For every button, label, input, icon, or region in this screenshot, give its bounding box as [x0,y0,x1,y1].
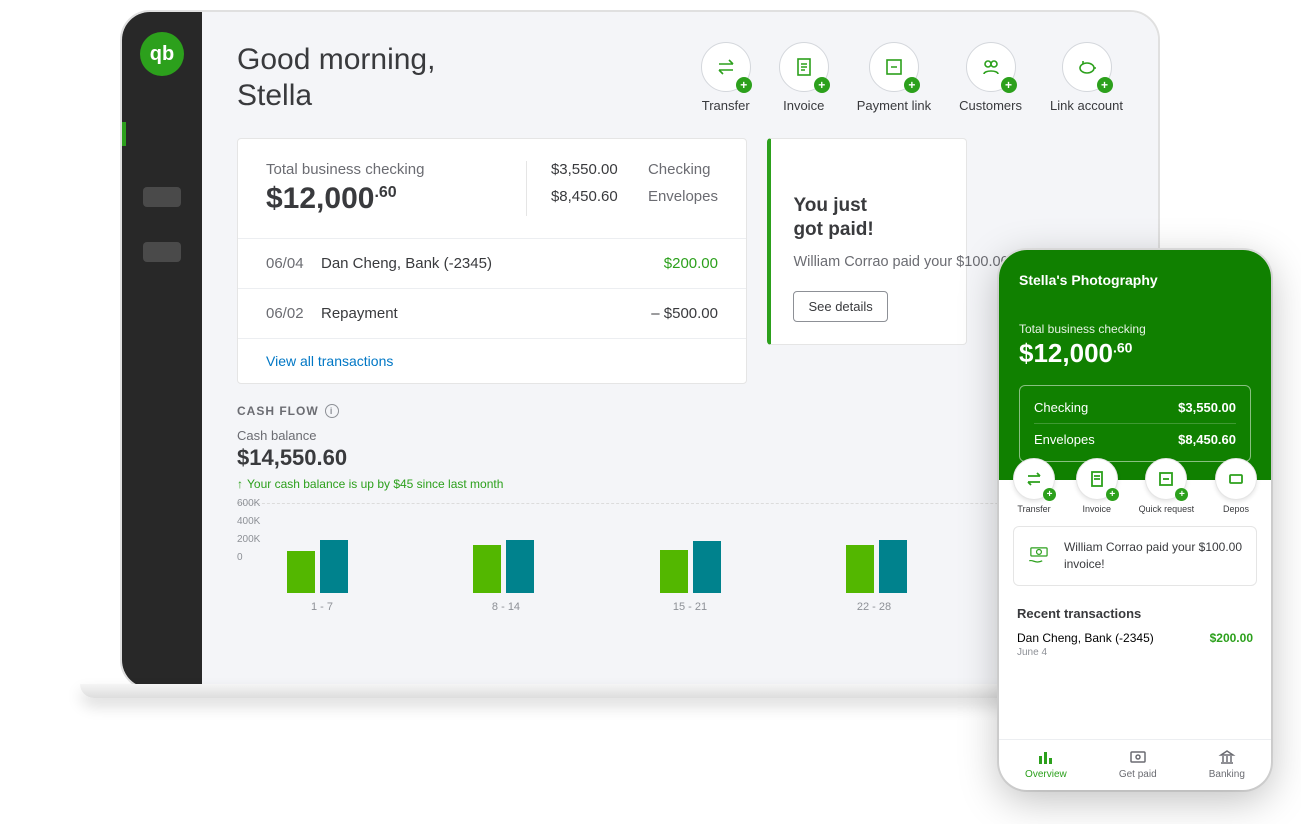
cashflow-section: CASH FLOW i Cash balance $14,550.60 ↑ Yo… [237,404,1123,623]
transfer-icon [715,56,737,78]
tab-banking[interactable]: Banking [1209,748,1245,780]
envelopes-line: $8,450.60Envelopes [551,188,718,205]
cashflow-delta: ↑ Your cash balance is up by $45 since l… [237,477,1123,491]
view-all-transactions-link[interactable]: View all transactions [238,339,746,383]
payment-link-action[interactable]: + Payment link [857,42,931,113]
cashflow-balance: $14,550.60 [237,445,1123,471]
phone-balance-amount: $12,000.60 [1019,338,1251,369]
customers-icon [980,56,1002,78]
cashflow-heading: CASH FLOW [237,404,319,418]
phone-deposit-action[interactable]: Depos [1215,458,1257,514]
bar [287,551,315,593]
phone-balance-label: Total business checking [1019,322,1251,336]
phone-quickrequest-action[interactable]: + Quick request [1139,458,1195,514]
phone-quick-actions: + Transfer + Invoice + Quick request Dep… [999,458,1271,514]
phone-breakdown-box: Checking$3,550.00 Envelopes$8,450.60 [1019,385,1251,462]
phone-app-title: Stella's Photography [1019,272,1251,288]
balance-amount: $12,000.60 [266,182,526,216]
transaction-row[interactable]: 06/04 Dan Cheng, Bank (-2345) $200.00 [238,239,746,289]
link-account-action[interactable]: + Link account [1050,42,1123,113]
tab-overview[interactable]: Overview [1025,748,1067,780]
notification-card: You just got paid! William Corrao paid y… [767,138,967,345]
sidebar: qb [122,12,202,688]
transaction-row[interactable]: 06/02 Repayment – $500.00 [238,289,746,339]
bar [320,540,348,593]
quick-actions-row: + Transfer + Invoice + Payment link + Cu… [701,42,1123,113]
qb-logo-icon[interactable]: qb [140,32,184,76]
piggy-bank-icon [1076,56,1098,78]
bar [506,540,534,593]
notification-body: William Corrao paid your $100.00 invoice… [793,252,944,274]
phone-recent-section: Recent transactions Dan Cheng, Bank (-23… [999,598,1271,666]
bar [693,541,721,593]
tab-get-paid[interactable]: Get paid [1119,748,1157,780]
invoice-action[interactable]: + Invoice [779,42,829,113]
info-icon[interactable]: i [325,404,339,418]
customers-action[interactable]: + Customers [959,42,1022,113]
checking-line: $3,550.00Checking [551,161,718,178]
phone-tab-bar: Overview Get paid Banking [999,739,1271,790]
greeting: Good morning, Stella [237,42,435,114]
transfer-icon [1025,470,1043,488]
invoice-icon [1088,470,1106,488]
bar [879,540,907,593]
cashflow-sublabel: Cash balance [237,428,1123,443]
bar [660,550,688,593]
sidebar-item[interactable] [143,242,181,262]
phone-header: Stella's Photography Total business chec… [999,250,1271,480]
request-icon [1157,470,1175,488]
balance-card: Total business checking $12,000.60 $3,55… [237,138,747,384]
see-details-button[interactable]: See details [793,291,887,322]
phone-invoice-action[interactable]: + Invoice [1076,458,1118,514]
bar [846,545,874,593]
overview-icon [1037,748,1055,766]
banking-icon [1218,748,1236,766]
get-paid-icon [1129,748,1147,766]
notification-title: You just got paid! [793,194,944,242]
transfer-action[interactable]: + Transfer [701,42,751,113]
sidebar-item-active[interactable] [122,116,202,152]
bar [473,545,501,593]
phone-frame: Stella's Photography Total business chec… [999,250,1271,790]
invoice-icon [793,56,815,78]
phone-transaction-row[interactable]: Dan Cheng, Bank (-2345) $200.00 [1017,631,1253,645]
money-hand-icon [1026,540,1052,572]
deposit-icon [1227,470,1245,488]
phone-transfer-action[interactable]: + Transfer [1013,458,1055,514]
payment-link-icon [883,56,905,78]
phone-paid-card[interactable]: William Corrao paid your $100.00 invoice… [1013,526,1257,586]
sidebar-item[interactable] [143,187,181,207]
balance-label: Total business checking [266,161,526,178]
arrow-up-icon: ↑ [237,477,243,491]
cashflow-chart: 600K 400K 200K 0 1 - 7 8 - 14 15 - 21 22… [237,503,1123,623]
